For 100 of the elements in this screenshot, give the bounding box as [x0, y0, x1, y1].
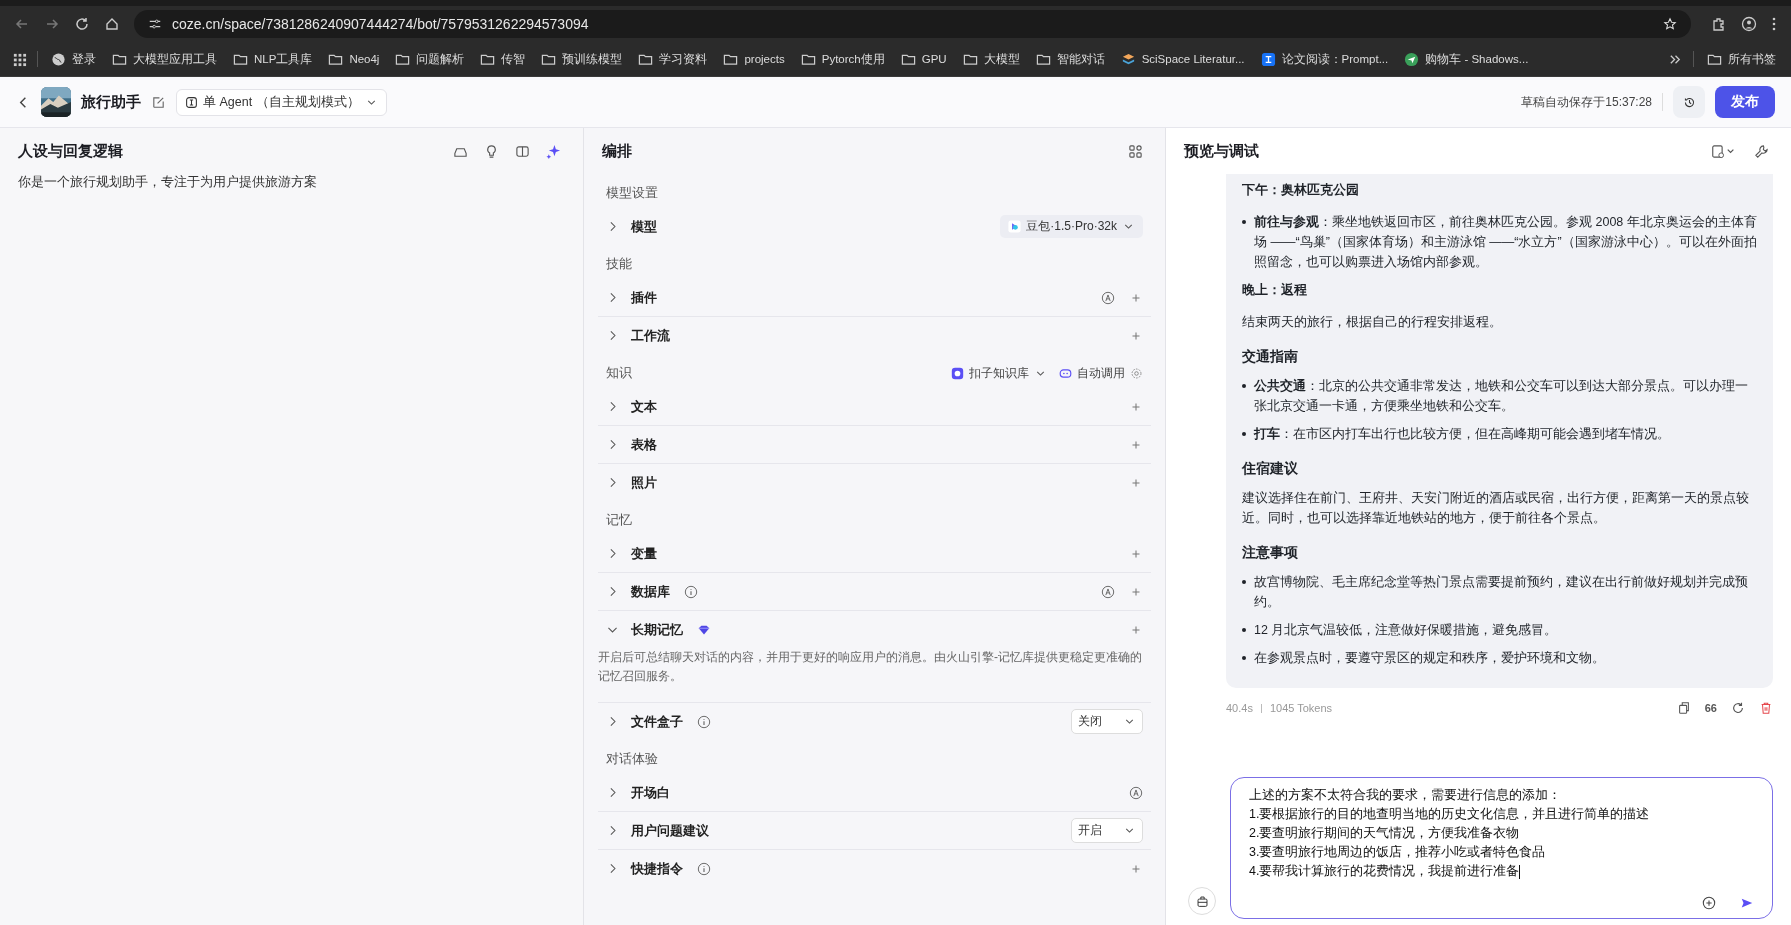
bot-title: 旅行助手: [81, 92, 141, 112]
item-label[interactable]: 长期记忆: [631, 620, 683, 639]
send-icon[interactable]: [1740, 896, 1754, 910]
home-icon[interactable]: [104, 16, 120, 32]
bookmark[interactable]: 预训练模型: [538, 51, 626, 67]
bookmark[interactable]: 登录: [48, 51, 99, 67]
reply-subheading: 晚上：返程: [1242, 282, 1308, 299]
add-circle-icon[interactable]: [1702, 896, 1716, 910]
select-dropdown[interactable]: 开启: [1071, 818, 1143, 843]
bulb-icon[interactable]: [484, 143, 499, 159]
refresh-icon[interactable]: [1731, 701, 1745, 715]
item-label[interactable]: 数据库: [631, 582, 670, 601]
bullet-text: 在参观景点时，要遵守景区的规定和秩序，爱护环境和文物。: [1254, 650, 1605, 667]
info-icon[interactable]: [697, 714, 711, 729]
section-label: 技能: [606, 255, 632, 273]
wrench-icon[interactable]: [1754, 143, 1769, 159]
bullet-text: 打车：在市区内打车出行也比较方便，但在高峰期可能会遇到堵车情况。: [1254, 426, 1670, 443]
message-input[interactable]: 上述的方案不太符合我的要求，需要进行信息的添加： 1.要根据旅行的目的地查明当地的历史文化信息，并且进行简单的描述 2.要查明旅行期间的天气情况，方便我准备衣物 3.要查明旅行地周边的饭店，推荐小吃或者特色食品 4.要帮我计算旅行的花费情况，我提前进行准备: [1230, 777, 1773, 919]
split-view-icon[interactable]: [515, 143, 530, 159]
more-icon[interactable]: [1771, 16, 1777, 32]
app-square-icon: [1260, 51, 1276, 67]
bookmark[interactable]: SciSpace Literatur...: [1117, 51, 1248, 67]
mode-dropdown[interactable]: 单 Agent （自主规划模式）: [176, 88, 387, 116]
puzzle-icon[interactable]: [1711, 16, 1727, 32]
agent-icon: [185, 95, 198, 109]
bookmark[interactable]: 大模型: [959, 51, 1023, 67]
panel-title: 预览与调试: [1184, 141, 1259, 161]
history-button[interactable]: [1673, 86, 1705, 118]
new-chat-button[interactable]: [1188, 887, 1216, 915]
bullet-dot: [1242, 384, 1246, 388]
bookmark[interactable]: projects: [720, 51, 788, 67]
bookmark[interactable]: 问题解析: [392, 51, 468, 67]
model-dropdown[interactable]: 豆包·1.5·Pro·32k: [1000, 215, 1143, 238]
bullet-text: 12 月北京气温较低，注意做好保暖措施，避免感冒。: [1254, 622, 1558, 639]
bullet-text: 故宫博物院、毛主席纪念堂等热门景点需要提前预约，建议在出行前做好规划并完成预约。: [1254, 574, 1749, 611]
delete-icon[interactable]: [1759, 701, 1773, 715]
paper-plane-icon: [1404, 51, 1420, 67]
knowledge-source-dropdown[interactable]: 扣子知识库: [951, 365, 1047, 381]
history-icon: [1682, 95, 1696, 109]
item-label[interactable]: 开场白: [631, 783, 670, 802]
autosave-status: 草稿自动保存于15:37:28: [1521, 93, 1652, 111]
bookmark[interactable]: 传智: [477, 51, 529, 67]
robot-icon: [1059, 366, 1072, 380]
bookmark[interactable]: GPU: [897, 51, 950, 67]
auto-call-setting[interactable]: 自动调用: [1059, 365, 1143, 381]
bookmark[interactable]: 智能对话: [1032, 51, 1108, 67]
bullet-dot: [1242, 656, 1246, 660]
item-label[interactable]: 文本: [631, 397, 657, 416]
response-time: 40.4s: [1226, 702, 1253, 714]
item-label[interactable]: 模型: [631, 217, 657, 236]
star-icon[interactable]: [1663, 17, 1677, 31]
bookmark[interactable]: NLP工具库: [230, 51, 316, 67]
sparkle-icon[interactable]: [546, 143, 561, 159]
address-bar[interactable]: coze.cn/space/7381286240907444274/bot/7579531262294573094: [134, 10, 1691, 38]
item-description: 开启后可总结聊天对话的内容，并用于更好的响应用户的消息。由火山引擎-记忆库提供更稳定更准确的记忆召回服务。: [598, 649, 1143, 685]
reload-icon[interactable]: [74, 16, 90, 32]
section-label: 知识: [606, 364, 632, 382]
bookmark[interactable]: 购物车 - Shadows...: [1401, 51, 1532, 67]
bookmark[interactable]: Neo4j: [325, 51, 383, 67]
bookmark[interactable]: 所有书签: [1704, 51, 1779, 67]
select-dropdown[interactable]: 关闭: [1071, 709, 1143, 734]
bookmark[interactable]: Pytorch使用: [797, 51, 888, 67]
item-label[interactable]: 表格: [631, 435, 657, 454]
reply-heading: 交通指南: [1242, 347, 1299, 366]
briefcase-icon: [1195, 894, 1209, 908]
item-label[interactable]: 插件: [631, 288, 657, 307]
info-icon[interactable]: [684, 584, 698, 599]
item-label[interactable]: 照片: [631, 473, 657, 492]
site-settings-icon[interactable]: [148, 17, 162, 31]
bullet-text: 前往与参观：乘坐地铁返回市区，前往奥林匹克公园。参观 2008 年北京奥运会的主体育场 ——“鸟巢”（国家体育场）和主游泳馆 ——“水立方”（国家游泳中心）。可以在外面拍照留念，也可以购票进入场馆内部参观。: [1254, 214, 1757, 271]
model-logo-icon: [1008, 220, 1022, 233]
section-label: 对话体验: [606, 750, 658, 768]
bookmark[interactable]: 论文阅读：Prompt...: [1257, 51, 1392, 67]
bullet-dot: [1242, 628, 1246, 632]
knowledge-base-icon: [951, 366, 964, 380]
grid-icon[interactable]: [1128, 143, 1143, 159]
section-label: 记忆: [606, 511, 632, 529]
quote-button[interactable]: 66: [1704, 702, 1717, 714]
persona-prompt-field[interactable]: 你是一个旅行规划助手，专注于为用户提供旅游方案: [18, 174, 565, 191]
item-label[interactable]: 文件盒子: [631, 712, 683, 731]
reply-heading: 注意事项: [1242, 543, 1299, 562]
bullet-text: 公共交通：北京的公共交通非常发达，地铁和公交车可以到达大部分景点。可以办理一张北京交通一卡通，方便乘坐地铁和公交车。: [1254, 377, 1749, 415]
profile-icon[interactable]: [1741, 16, 1757, 32]
bullet-dot: [1242, 220, 1246, 224]
info-icon[interactable]: [697, 861, 711, 876]
item-label[interactable]: 工作流: [631, 326, 670, 345]
section-label: 模型设置: [606, 184, 658, 202]
bullet-dot: [1242, 580, 1246, 584]
apps-icon[interactable]: [12, 51, 27, 67]
reply-paragraph: 结束两天的旅行，根据自己的行程安排返程。: [1242, 314, 1503, 331]
bookmark[interactable]: 学习资料: [635, 51, 711, 67]
item-label[interactable]: 快捷指令: [631, 859, 683, 878]
item-label[interactable]: 用户问题建议: [631, 821, 709, 840]
bookmark[interactable]: 大模型应用工具: [109, 51, 220, 67]
panel-title: 编排: [602, 141, 632, 161]
copy-icon[interactable]: [1676, 701, 1691, 715]
token-count: 1045 Tokens: [1269, 702, 1333, 714]
edit-icon[interactable]: [151, 94, 166, 110]
item-label[interactable]: 变量: [631, 544, 657, 563]
publish-button[interactable]: 发布: [1715, 86, 1775, 118]
